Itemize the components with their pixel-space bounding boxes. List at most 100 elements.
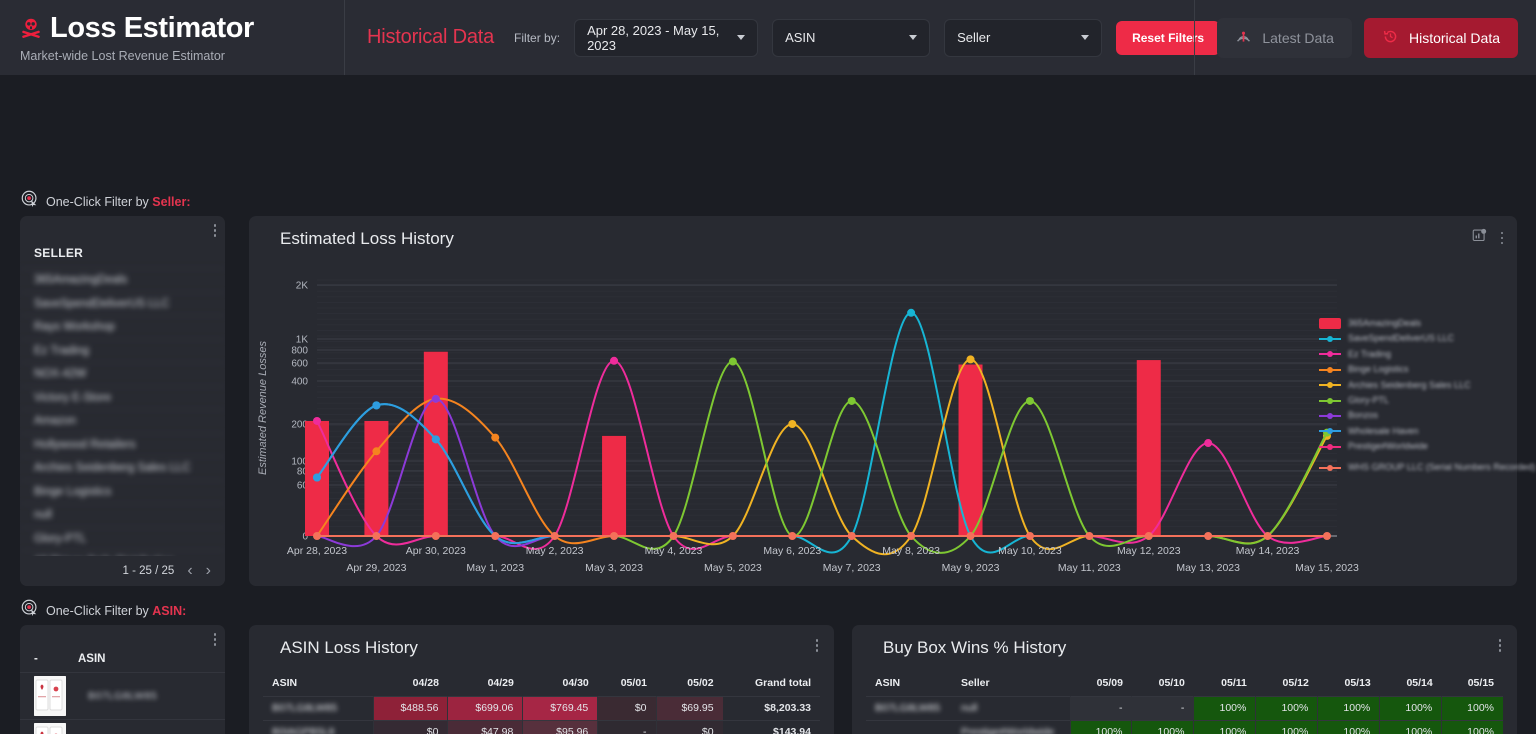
kebab-menu-icon[interactable] bbox=[815, 639, 818, 652]
legend-item[interactable]: Archies Seidenberg Sales LLC bbox=[1319, 378, 1509, 393]
latest-data-button[interactable]: Latest Data bbox=[1217, 17, 1352, 58]
chart-point bbox=[313, 532, 321, 540]
chart-point bbox=[491, 433, 500, 442]
bb-col-header: ASIN bbox=[875, 677, 901, 689]
kebab-menu-icon[interactable] bbox=[1498, 639, 1501, 652]
x-axis-tick: May 15, 2023 bbox=[1295, 562, 1359, 574]
x-axis-tick: Apr 29, 2023 bbox=[346, 562, 406, 574]
legend-item[interactable]: Glory-PTL bbox=[1319, 393, 1509, 408]
seller-list-item[interactable]: SaveSpendDeliverUS LLC bbox=[20, 291, 225, 316]
legend-item[interactable]: WHS GROUP LLC (Serial Numbers Recorded) bbox=[1319, 455, 1535, 481]
legend-label: Bonzos bbox=[1348, 410, 1379, 421]
asin-list-item[interactable]: B07LG8LW85 bbox=[20, 672, 225, 719]
table-row[interactable]: B07LG8LW85 null - -100% 100% 100% 100% 100% bbox=[866, 696, 1503, 720]
table-row[interactable]: B07LG8LW85 $488.56 $699.06 $769.45 $0 $69.95 $… bbox=[263, 696, 820, 720]
chart-settings-icon[interactable] bbox=[1472, 228, 1487, 248]
legend-label: Ez Trading bbox=[1348, 348, 1392, 359]
asin-dash-header: - bbox=[34, 653, 38, 665]
asin-column-header: ASIN bbox=[78, 653, 106, 665]
seller-list-item[interactable]: Ez Trading bbox=[20, 338, 225, 363]
loss-cell: $69.95 bbox=[655, 696, 723, 720]
app-header: Loss Estimator Market-wide Lost Revenue … bbox=[0, 0, 1536, 75]
legend-swatch bbox=[1319, 366, 1341, 373]
seller-list-item[interactable]: Hollywood Retailers bbox=[20, 432, 225, 457]
chart-bar bbox=[602, 435, 627, 536]
chart-point bbox=[847, 532, 856, 540]
legend-item[interactable]: SaveSpendDeliverUS LLC bbox=[1319, 331, 1509, 346]
seller-list-item[interactable]: NOX-42W bbox=[20, 362, 225, 386]
legend-item[interactable]: Ez Trading bbox=[1319, 347, 1509, 362]
bb-col-header: 05/11 bbox=[1221, 677, 1247, 689]
chevron-left-icon[interactable]: ‹ bbox=[187, 563, 192, 579]
seller-select[interactable]: Seller bbox=[944, 18, 1103, 57]
target-cursor-icon bbox=[21, 599, 39, 622]
seller-list-item[interactable]: null bbox=[20, 503, 225, 527]
chevron-right-icon[interactable]: › bbox=[206, 563, 211, 579]
seller-list-item[interactable]: Binge Logistics bbox=[20, 479, 225, 504]
oneclick-seller-header: One-Click Filter by Seller: bbox=[0, 190, 191, 213]
kebab-menu-icon[interactable] bbox=[213, 633, 216, 646]
pagination-count: 1 - 25 / 25 bbox=[122, 565, 175, 577]
asin-filter-card: - ASIN B07LG8LW85B0IAGPB5L8B07T14BV5H bbox=[20, 625, 225, 734]
brand-block: Loss Estimator Market-wide Lost Revenue … bbox=[0, 0, 345, 75]
legend-swatch bbox=[1319, 382, 1341, 389]
y-axis-tick: 2K bbox=[296, 281, 309, 292]
loss-cell: $0 bbox=[655, 720, 723, 734]
table-row[interactable]: B0IAGPB5L8 $0 $47.98 $95.96- $0 $143.94 bbox=[263, 720, 820, 734]
seller-filter-card: SELLER 365AmazingDeals SaveSpendDeliverUS… bbox=[20, 216, 225, 586]
seller-list-item[interactable]: Glory-PTL bbox=[20, 526, 225, 551]
seller-list-item[interactable]: Rays Workshop bbox=[20, 315, 225, 339]
asin-list-item[interactable]: B0IAGPB5L8 bbox=[20, 719, 225, 734]
legend-swatch bbox=[1319, 464, 1341, 471]
loss-cell: $95.96 bbox=[522, 720, 598, 734]
seller-list-item[interactable]: Victory E-Store bbox=[20, 385, 225, 410]
chart-point bbox=[728, 532, 737, 540]
asin-select[interactable]: ASIN bbox=[772, 18, 931, 57]
chart-point bbox=[1025, 532, 1034, 540]
kebab-menu-icon[interactable] bbox=[213, 224, 216, 237]
bb-cell: 100% bbox=[1069, 720, 1132, 734]
historical-data-button[interactable]: Historical Data bbox=[1363, 17, 1518, 58]
chart-point bbox=[610, 532, 619, 540]
legend-label: WHS GROUP LLC (Serial Numbers Recorded) bbox=[1348, 461, 1536, 472]
chart-point bbox=[847, 396, 856, 405]
kebab-menu-icon[interactable] bbox=[1500, 231, 1503, 245]
chart-point bbox=[550, 532, 559, 540]
table-row[interactable]: Prestige#Worldwide 100% 100% 100% 100% 100% 10… bbox=[866, 720, 1503, 734]
asin-list: B07LG8LW85B0IAGPB5L8B07T14BV5H bbox=[20, 672, 225, 734]
bb-cell: 100% bbox=[1255, 720, 1318, 734]
oneclick-asin-label: One-Click Filter by ASIN: bbox=[46, 603, 187, 618]
x-axis-tick: May 11, 2023 bbox=[1058, 562, 1121, 574]
bb-col-header: 05/15 bbox=[1467, 677, 1494, 689]
seller-list-item[interactable]: Archies Seidenberg Sales LLC bbox=[20, 456, 225, 480]
buy-box-wins-title: Buy Box Wins % History bbox=[883, 638, 1067, 657]
bb-row-asin: B07LG8LW85 bbox=[875, 702, 941, 715]
loss-col-header: 05/02 bbox=[687, 677, 714, 689]
bb-row-seller: Prestige#Worldwide bbox=[961, 725, 1055, 734]
chart-point bbox=[728, 357, 737, 366]
legend-item[interactable]: Bonzos bbox=[1319, 408, 1509, 423]
legend-item[interactable]: 365AmazingDeals bbox=[1319, 316, 1509, 331]
bb-col-header: 05/12 bbox=[1282, 677, 1309, 689]
legend-item[interactable]: Prestige#Worldwide bbox=[1319, 439, 1509, 454]
bb-col-header: 05/14 bbox=[1406, 677, 1433, 689]
chart-bar bbox=[364, 420, 389, 536]
loss-cell: $47.98 bbox=[447, 720, 523, 734]
loss-col-header: 04/30 bbox=[562, 677, 589, 689]
seller-list-item[interactable]: Amazon bbox=[20, 409, 225, 433]
date-range-select[interactable]: Apr 28, 2023 - May 15, 2023 bbox=[574, 18, 759, 57]
chart-point bbox=[788, 420, 797, 428]
bb-cell: 100% bbox=[1441, 720, 1503, 734]
loss-col-header: 04/28 bbox=[412, 677, 439, 689]
chevron-down-icon bbox=[737, 35, 746, 40]
bb-cell: - bbox=[1131, 696, 1194, 720]
chart-point bbox=[491, 532, 500, 540]
legend-item[interactable]: Wholesale Haven bbox=[1319, 424, 1509, 439]
legend-label: 365AmazingDeals bbox=[1348, 318, 1422, 329]
chart-bar bbox=[1136, 360, 1161, 536]
legend-item[interactable]: Binge Logistics bbox=[1319, 362, 1509, 377]
legend-label: Wholesale Haven bbox=[1348, 425, 1419, 436]
seller-list-item[interactable]: 365AmazingDeals bbox=[20, 268, 225, 292]
legend-swatch bbox=[1319, 413, 1341, 420]
x-axis-tick: May 10, 2023 bbox=[998, 545, 1062, 557]
